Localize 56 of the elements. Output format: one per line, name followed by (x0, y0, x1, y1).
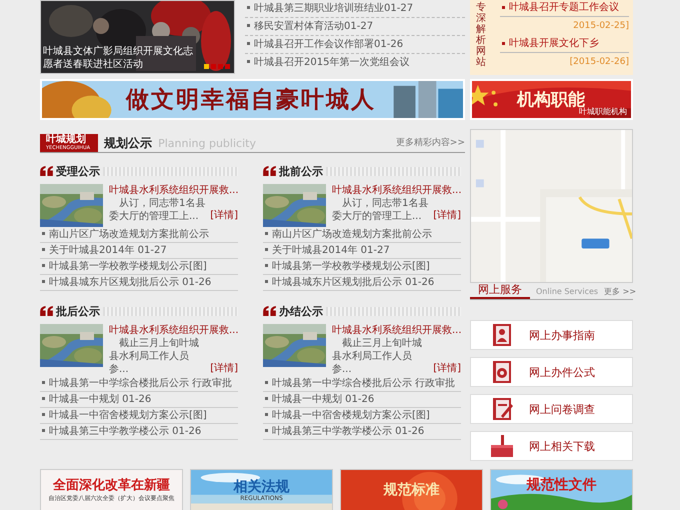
detail-link[interactable]: [详情] (210, 362, 238, 376)
banner[interactable]: 规范标准 (340, 469, 483, 510)
notice-link[interactable]: 叶城县一中规划 01-26 (272, 392, 374, 407)
summary-text: 截止三月上旬叶城县水利局工作人员参... (332, 337, 423, 376)
detail-link[interactable]: [详情] (433, 209, 461, 223)
detail-link[interactable]: [详情] (210, 209, 238, 223)
notice-link[interactable]: 叶城县第三中学教学楼公示 01-26 (49, 424, 202, 439)
quote-icon (40, 306, 53, 316)
notice-link[interactable]: 叶城县第三中学教学楼公示 01-26 (272, 424, 424, 439)
headline-link[interactable]: 叶城县水利系统组织开展救... (332, 324, 461, 337)
notice-link[interactable]: 叶城县开展文化下乡 (509, 36, 599, 52)
summary-text: 从订，同志带1名县委大厅的管理工上... (109, 197, 206, 223)
service-button[interactable]: 网上办件公式 (470, 357, 633, 387)
notice-link[interactable]: 南山片区广场改造规划方案批前公示 (49, 227, 209, 242)
service-tab[interactable]: 网上服务 (470, 283, 530, 299)
quote-icon (40, 166, 53, 176)
more-link[interactable]: 更多精彩内容>> (396, 135, 465, 152)
notice-link[interactable]: 叶城县第一学校教学楼规划公示[图] (49, 259, 207, 274)
detail-link[interactable]: [详情] (433, 362, 461, 376)
notice-link[interactable]: 关于叶城县2014年 01-27 (49, 243, 167, 258)
service-button[interactable]: 网上办事指南 (470, 320, 633, 350)
notice-link[interactable]: 叶城县一中宿舍楼规划方案公示[图] (49, 408, 207, 423)
news-link[interactable]: 叶城县召开2015年第一次党组会议 (254, 54, 410, 71)
notice-link[interactable]: 叶城县城东片区规划批后公示 01-26 (272, 275, 434, 290)
block-title: 批后公示 (56, 304, 100, 318)
notice-link[interactable]: 叶城县第一学校教学楼规划公示[图] (272, 259, 430, 274)
quote-icon (263, 306, 276, 316)
notice-link[interactable]: 叶城县城东片区规划批后公示 01-26 (49, 275, 212, 290)
service-button[interactable]: 网上相关下载 (470, 431, 633, 461)
summary-text: 截止三月上旬叶城县水利局工作人员参... (109, 337, 200, 376)
banner[interactable]: 机构职能 叶城职能机构 (470, 79, 633, 120)
quote-icon (263, 166, 276, 176)
block-title: 受理公示 (56, 164, 100, 178)
notice-date: [2015-02-26] (568, 56, 629, 69)
notice-link[interactable]: 南山片区广场改造规划方案批前公示 (272, 227, 432, 242)
notice-link[interactable]: 叶城县一中规划 01-26 (49, 392, 152, 407)
notice-link[interactable]: 叶城县召开专题工作会议 (509, 0, 619, 16)
notice-link[interactable]: 叶城县一中宿舍楼规划方案公示[图] (272, 408, 430, 423)
service-button[interactable]: 网上问卷调查 (470, 394, 633, 424)
headline-link[interactable]: 叶城县水利系统组织开展救... (109, 184, 238, 197)
block-title: 批前公示 (279, 164, 323, 178)
news-link[interactable]: 叶城县第三期职业培训班结业01-27 (254, 0, 414, 17)
more-link[interactable]: 更多 >> (604, 284, 636, 299)
headline-link[interactable]: 叶城县水利系统组织开展救... (109, 324, 238, 337)
notice-link[interactable]: 叶城县第一中学综合楼批后公示 行政审批 (49, 376, 232, 391)
news-link[interactable]: 移民安置村体育活动01-27 (254, 18, 374, 35)
notice-date: 2015-02-25] (572, 20, 629, 33)
section-title: 规划公示 (104, 135, 152, 152)
headline-link[interactable]: 叶城县水利系统组织开展救... (332, 184, 461, 197)
notice-link[interactable]: 关于叶城县2014年 01-27 (272, 243, 390, 258)
summary-text: 从订，同志带1名县委大厅的管理工上... (332, 197, 430, 223)
news-link[interactable]: 叶城县召开工作会议作部署01-26 (254, 36, 404, 53)
block-title: 办结公示 (279, 304, 323, 318)
banner[interactable]: 做文明幸福自豪叶城人 (40, 79, 465, 120)
notice-link[interactable]: 叶城县第一中学综合楼批后公示 行政审批 (272, 376, 456, 391)
vertical-title: 专深解析网站 (475, 0, 487, 70)
